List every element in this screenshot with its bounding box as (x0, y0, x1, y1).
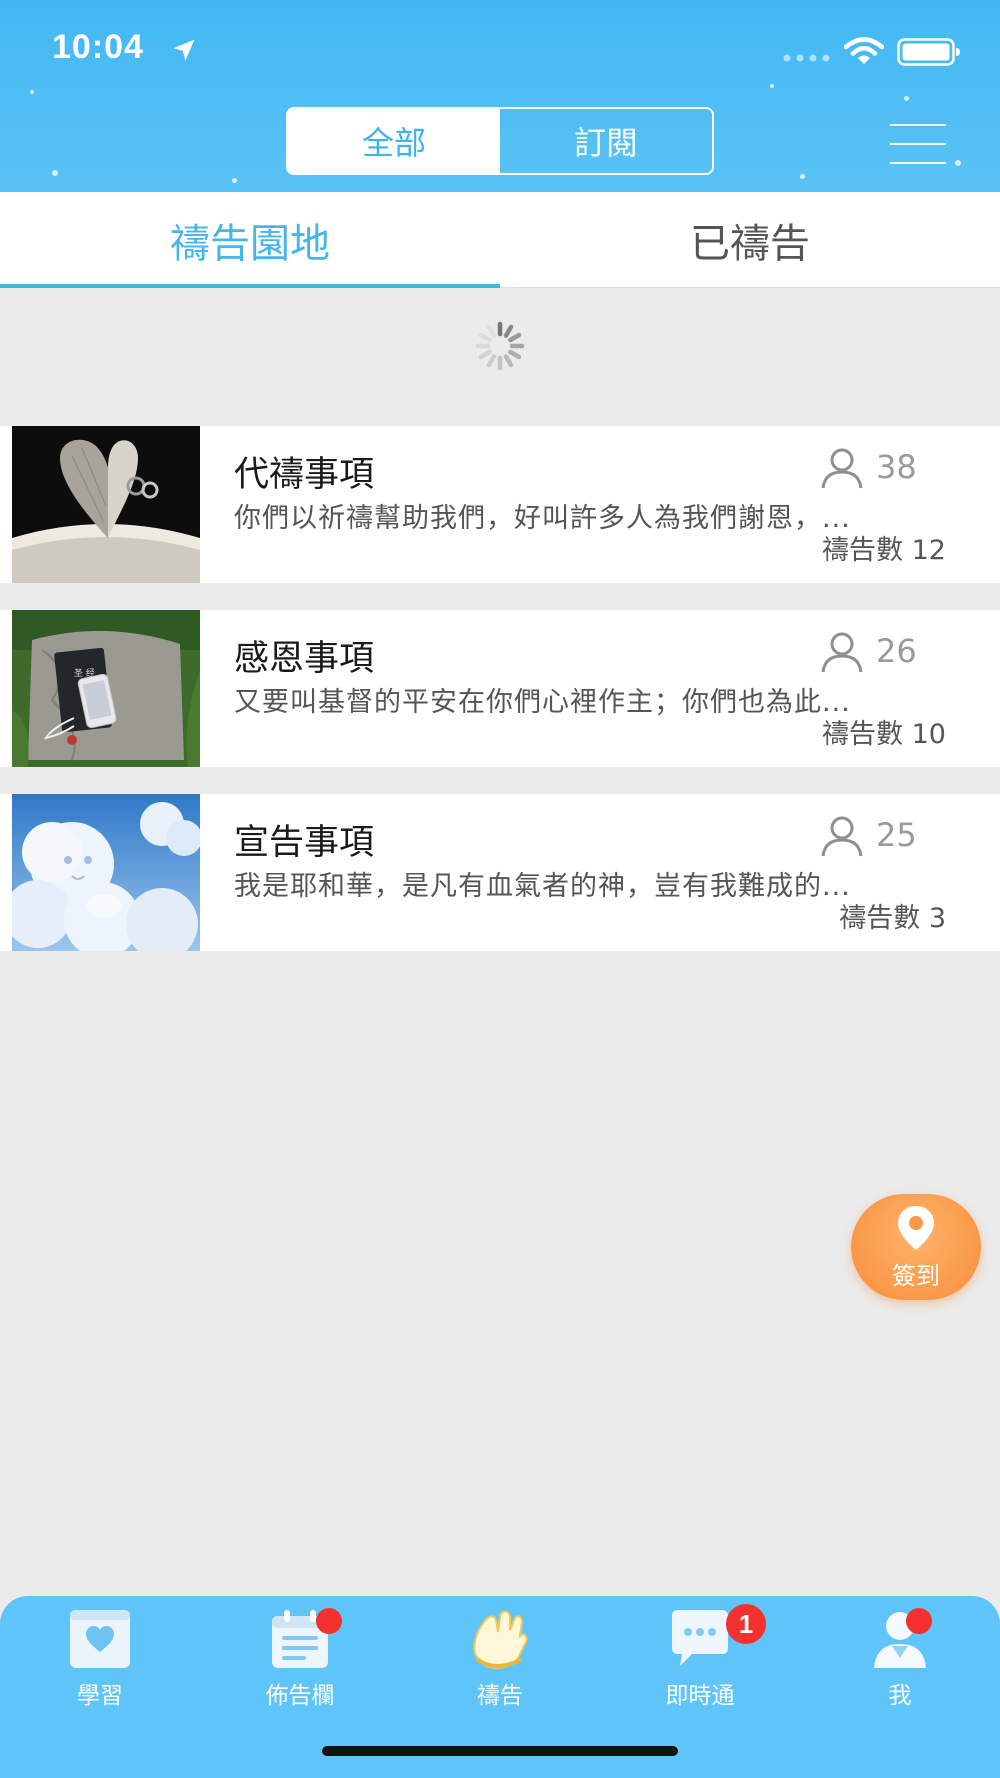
decor-dot (232, 178, 237, 183)
battery-icon (897, 38, 960, 66)
nav-item-prayer[interactable]: 禱告 (440, 1606, 560, 1716)
app-header: 10:04 全部 訂閱 (0, 0, 1000, 192)
decor-dot (904, 96, 909, 101)
decor-dot (770, 84, 774, 88)
prayer-count: 禱告數 10 (822, 719, 946, 750)
decor-dot (52, 170, 58, 176)
prayer-group-card[interactable]: 圣 经 感恩事項 26 又要叫基督的平安在你們心裡作主；你們也為此... 禱告數… (0, 610, 1000, 767)
group-title: 感恩事項 (234, 639, 375, 679)
praying-hands-icon (473, 1610, 528, 1669)
nav-label: 即時通 (665, 1683, 735, 1709)
signal-icon (783, 54, 830, 62)
nav-item-learn[interactable]: 學習 (40, 1606, 160, 1716)
nav-item-messenger[interactable]: 1 即時通 (640, 1604, 766, 1716)
lion-cloud-image (12, 794, 200, 951)
loading-spinner-icon (475, 321, 525, 371)
member-count: 26 (876, 632, 917, 670)
heart-book-icon (70, 1610, 130, 1668)
prayer-group-list: 代禱事項 38 你們以祈禱幫助我們，好叫許多人為我們謝恩，... 禱告數 12 … (0, 426, 1000, 978)
nav-label: 我 (888, 1683, 912, 1709)
unread-count-badge: 1 (726, 1604, 766, 1644)
person-icon (821, 632, 863, 673)
checkin-label: 簽到 (892, 1262, 940, 1290)
tab-prayer-garden[interactable]: 禱告園地 (0, 192, 500, 288)
member-count: 38 (876, 448, 917, 486)
tab-active-indicator (0, 284, 500, 288)
member-count: 25 (876, 816, 917, 854)
feed-segmented-control: 全部 訂閱 (286, 107, 714, 175)
decor-dot (955, 160, 961, 166)
nav-label: 學習 (77, 1683, 123, 1709)
prayer-count: 禱告數 12 (822, 535, 946, 566)
prayer-group-card[interactable]: 宣告事項 25 我是耶和華，是凡有血氣者的神，豈有我難成的... 禱告數 3 (0, 794, 1000, 951)
home-indicator (322, 1746, 678, 1756)
prayer-group-card[interactable]: 代禱事項 38 你們以祈禱幫助我們，好叫許多人為我們謝恩，... 禱告數 12 (0, 426, 1000, 583)
tab-bar: 禱告園地 已禱告 (0, 192, 1000, 288)
person-icon (821, 816, 863, 857)
checkin-button[interactable]: 簽到 (851, 1194, 981, 1300)
nav-label: 佈告欄 (265, 1683, 335, 1709)
status-time: 10:04 (52, 28, 144, 66)
location-arrow-icon (173, 39, 195, 61)
map-pin-icon (898, 1206, 934, 1250)
prayer-count: 禱告數 3 (839, 903, 946, 934)
nav-item-me[interactable]: 我 (840, 1606, 960, 1716)
notification-dot (316, 1608, 342, 1634)
chat-bubble-icon (672, 1610, 728, 1666)
menu-icon[interactable] (890, 124, 946, 166)
bible-and-phone-image: 圣 经 (12, 610, 200, 767)
nav-label: 禱告 (477, 1683, 523, 1709)
tab-label: 已禱告 (690, 220, 810, 267)
decor-dot (30, 90, 34, 94)
nav-item-bulletin[interactable]: 佈告欄 (240, 1606, 360, 1716)
person-icon (821, 448, 863, 489)
group-title: 宣告事項 (234, 823, 375, 863)
notification-dot (906, 1608, 932, 1634)
decor-dot (800, 174, 805, 179)
tab-label: 禱告園地 (170, 220, 330, 267)
group-title: 代禱事項 (234, 455, 375, 495)
segment-all[interactable]: 全部 (288, 109, 500, 173)
open-bible-heart-image (12, 426, 200, 583)
segment-subscribed[interactable]: 訂閱 (500, 109, 712, 173)
wifi-icon (844, 37, 884, 64)
tab-prayed[interactable]: 已禱告 (500, 192, 1000, 287)
